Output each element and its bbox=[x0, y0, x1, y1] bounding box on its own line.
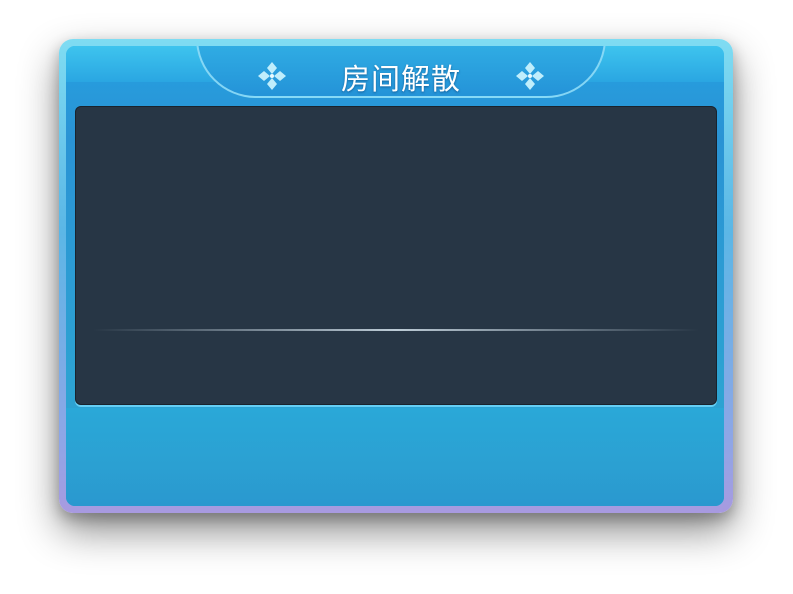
dialog-title-tab: 房间解散 bbox=[196, 46, 606, 98]
game-screen: 房间解散 bbox=[0, 0, 793, 594]
dialog-content-panel bbox=[75, 106, 717, 405]
dialog-body: 房间解散 bbox=[66, 46, 724, 506]
ornament-right-icon bbox=[516, 62, 544, 90]
content-divider bbox=[93, 329, 699, 331]
dialog-footer bbox=[66, 408, 724, 506]
dismiss-room-dialog: 房间解散 bbox=[59, 39, 733, 513]
